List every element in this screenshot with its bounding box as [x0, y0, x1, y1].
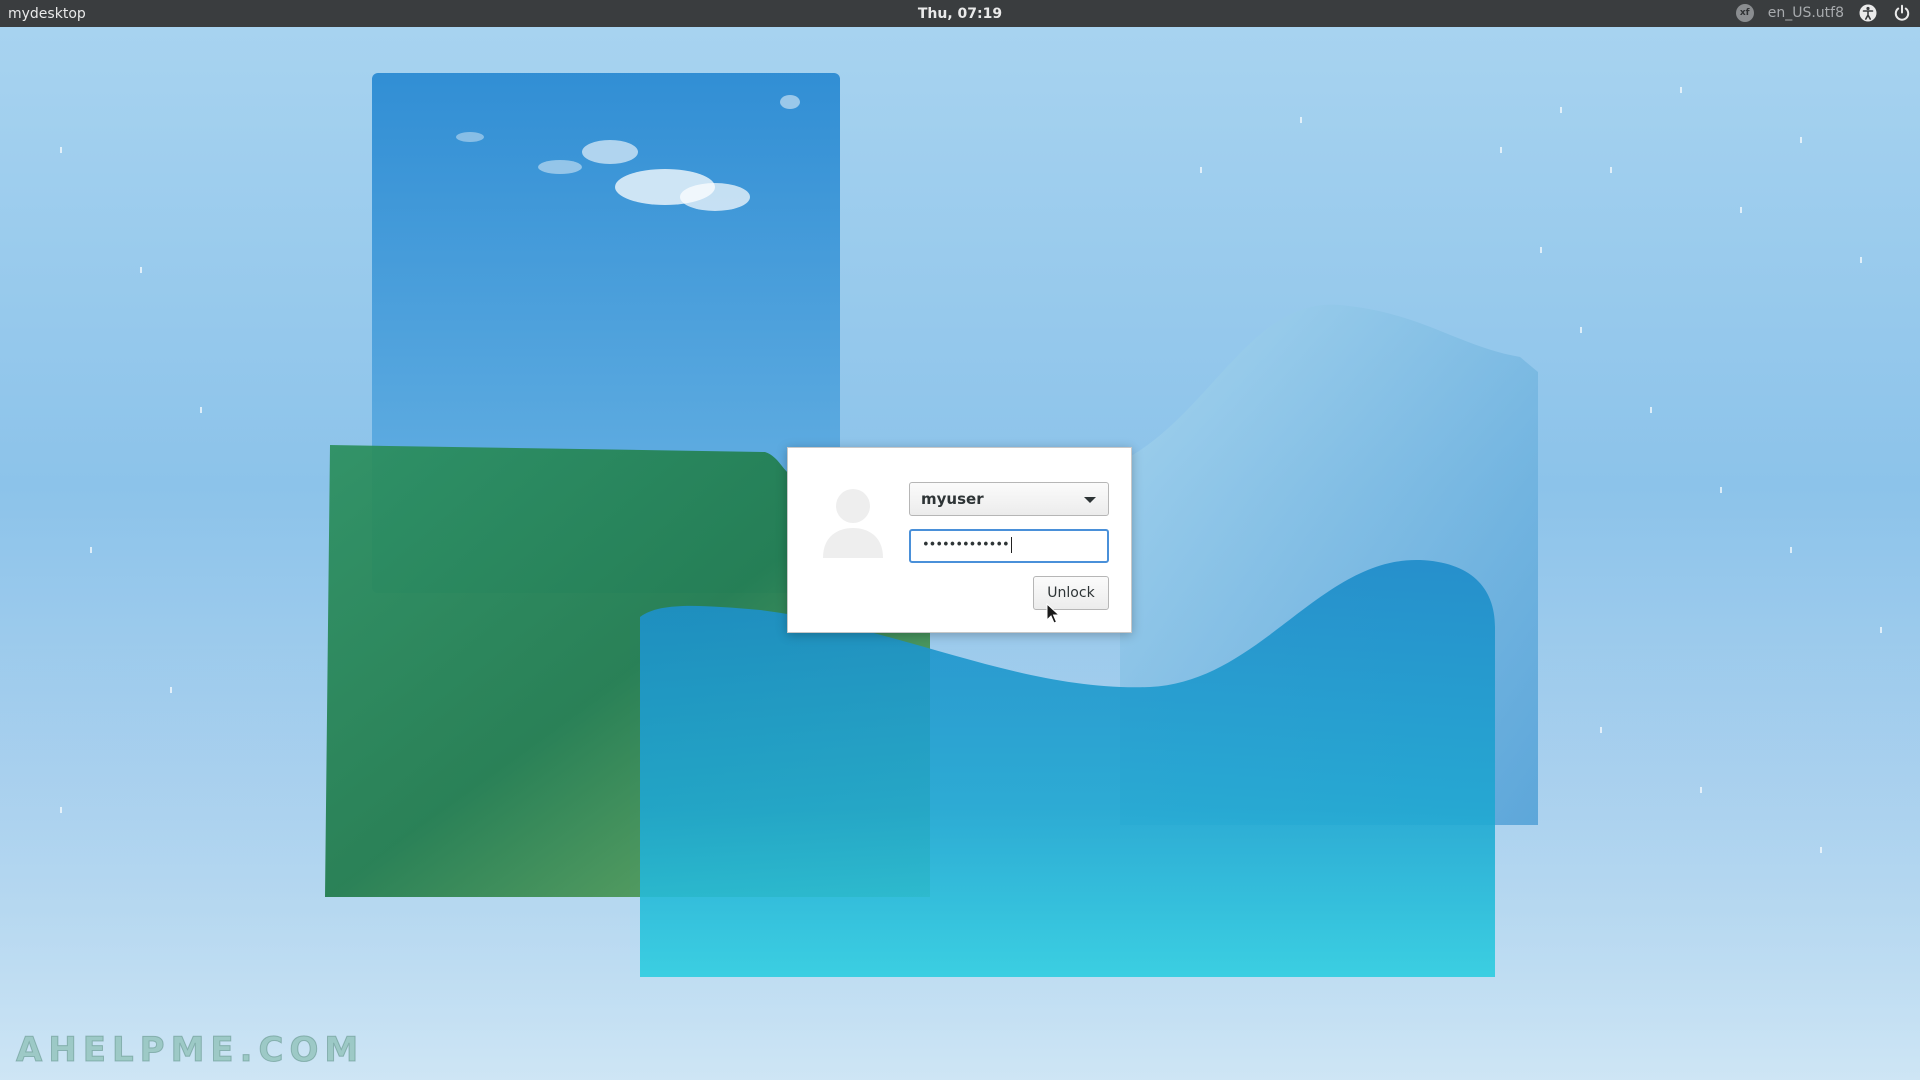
- username-dropdown[interactable]: myuser: [909, 482, 1109, 516]
- password-value: •••••••••••••: [922, 537, 1010, 553]
- user-avatar-icon: [820, 486, 886, 562]
- unlock-dialog: myuser ••••••••••••• Unlock: [787, 447, 1132, 633]
- keyboard-layout-indicator[interactable]: xf: [1735, 4, 1754, 22]
- password-field[interactable]: •••••••••••••: [909, 529, 1109, 563]
- mouse-pointer-icon: [1046, 603, 1060, 624]
- unlock-button[interactable]: Unlock: [1033, 576, 1109, 610]
- username-value: myuser: [921, 490, 984, 508]
- text-cursor: [1010, 537, 1012, 553]
- system-tray: xf en_US.utf8: [1735, 3, 1912, 23]
- top-panel: mydesktop Thu, 07:19 xf en_US.utf8: [0, 0, 1920, 27]
- accessibility-icon[interactable]: [1858, 3, 1878, 23]
- locale-indicator[interactable]: en_US.utf8: [1768, 5, 1844, 21]
- chevron-down-icon: [1084, 497, 1096, 503]
- power-icon[interactable]: [1892, 3, 1912, 23]
- clock[interactable]: Thu, 07:19: [0, 6, 1920, 22]
- watermark-text: AHELPME.COM: [15, 1030, 365, 1071]
